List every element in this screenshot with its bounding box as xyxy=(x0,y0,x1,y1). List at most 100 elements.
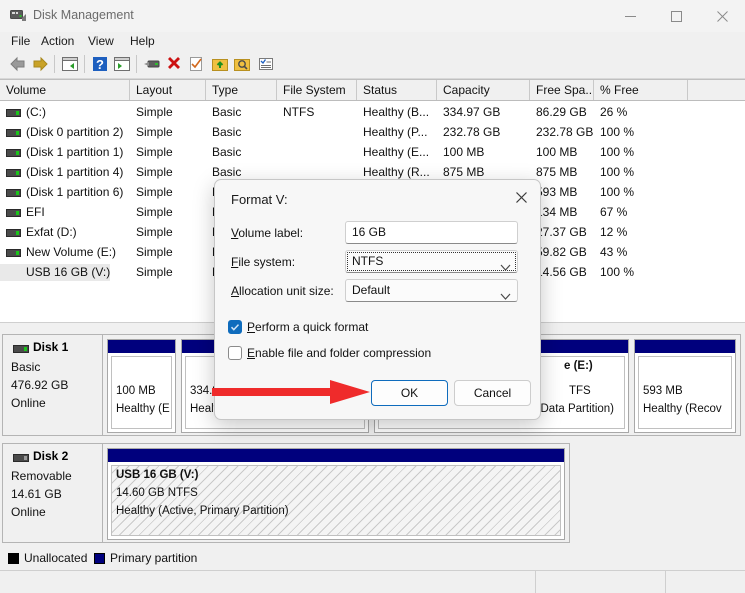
cell-free-space: 100 MB xyxy=(536,145,578,159)
disk-1-line-1: Basic xyxy=(11,360,41,374)
cell-volume: (Disk 1 partition 4) xyxy=(26,165,124,179)
cell-volume: (Disk 1 partition 1) xyxy=(26,145,124,159)
cell-free-space: 875 MB xyxy=(536,165,578,179)
back-arrow-icon[interactable] xyxy=(8,54,28,74)
cell-percent-free: 100 % xyxy=(600,185,635,199)
quick-format-label[interactable]: Perform a quick format xyxy=(247,320,368,334)
toolbar-separator-2 xyxy=(84,55,85,73)
file-system-label: File system: xyxy=(231,255,296,269)
menu-action[interactable]: Action xyxy=(38,33,77,49)
menu-help[interactable]: Help xyxy=(127,33,158,49)
close-icon xyxy=(515,191,527,203)
column-header-free-space[interactable]: Free Spa... xyxy=(530,80,594,100)
rescan-disks-icon[interactable] xyxy=(142,54,162,74)
partition-status: Healthy (E xyxy=(116,403,170,415)
partition-box[interactable]: 593 MB Healthy (Recov xyxy=(634,339,736,433)
enable-compression-checkbox[interactable] xyxy=(228,346,242,360)
allocation-unit-size-value: Default xyxy=(352,283,391,297)
status-bar-divider-2 xyxy=(665,571,666,593)
volume-list-header: Volume Layout Type File System Status Ca… xyxy=(0,80,745,101)
partition-box[interactable]: 100 MB Healthy (E xyxy=(107,339,176,433)
cancel-button[interactable]: Cancel xyxy=(454,380,531,406)
red-arrow-annotation xyxy=(212,379,372,405)
cell-volume: (C:) xyxy=(26,105,46,119)
column-header-filler xyxy=(688,80,745,100)
disk-icon xyxy=(13,345,29,353)
column-header-status[interactable]: Status xyxy=(357,80,437,100)
cell-capacity: 334.97 GB xyxy=(443,105,501,119)
partition-box-selected[interactable]: USB 16 GB (V:) 14.60 GB NTFS Healthy (Ac… xyxy=(107,448,565,540)
cell-volume: USB 16 GB (V:) xyxy=(0,264,111,281)
disk-1-name: Disk 1 xyxy=(33,340,69,354)
minimize-button[interactable] xyxy=(607,0,653,32)
partition-body: 100 MB Healthy (E xyxy=(111,356,172,429)
check-icon[interactable] xyxy=(186,54,206,74)
partition-title: e (E:) xyxy=(564,360,593,372)
window-title: Disk Management xyxy=(33,8,134,22)
disk-row-2[interactable]: Disk 2 Removable 14.61 GB Online USB 16 … xyxy=(2,443,570,543)
partition-status: Healthy (Active, Primary Partition) xyxy=(116,505,289,517)
dialog-close-button[interactable] xyxy=(506,184,536,210)
disk-2-line-2: 14.61 GB xyxy=(11,487,62,501)
quick-format-checkbox[interactable] xyxy=(228,320,242,334)
allocation-unit-size-select[interactable]: Default xyxy=(345,279,518,302)
table-row[interactable]: (C:) Simple Basic NTFS Healthy (B... 334… xyxy=(0,103,745,123)
cell-free-space: 232.78 GB xyxy=(536,125,594,139)
partition-body: USB 16 GB (V:) 14.60 GB NTFS Healthy (Ac… xyxy=(111,465,561,536)
partition-size: 14.60 GB NTFS xyxy=(116,487,198,499)
partition-size: TFS xyxy=(569,385,591,397)
list-properties-icon[interactable] xyxy=(256,54,276,74)
cell-volume: EFI xyxy=(26,205,45,219)
extend-volume-icon[interactable] xyxy=(210,54,230,74)
column-header-percent-free[interactable]: % Free xyxy=(594,80,688,100)
table-row[interactable]: (Disk 1 partition 1) Simple Basic Health… xyxy=(0,143,745,163)
column-header-file-system[interactable]: File System xyxy=(277,80,357,100)
column-header-layout[interactable]: Layout xyxy=(130,80,206,100)
cell-free-space: 27.37 GB xyxy=(536,225,587,239)
ok-button[interactable]: OK xyxy=(371,380,448,406)
svg-text:?: ? xyxy=(96,57,104,72)
cell-percent-free: 67 % xyxy=(600,205,628,219)
search-folder-icon[interactable] xyxy=(232,54,252,74)
cell-layout: Simple xyxy=(136,265,173,279)
menu-file[interactable]: File xyxy=(8,33,33,49)
legend-swatch-primary-partition xyxy=(94,553,105,564)
cell-type: Basic xyxy=(212,145,242,159)
menu-view[interactable]: View xyxy=(85,33,117,49)
forward-arrow-icon[interactable] xyxy=(30,54,50,74)
file-system-select[interactable]: NTFS xyxy=(345,250,518,273)
disk-2-partitions: USB 16 GB (V:) 14.60 GB NTFS Healthy (Ac… xyxy=(103,444,569,542)
cell-percent-free: 100 % xyxy=(600,125,635,139)
column-header-type[interactable]: Type xyxy=(206,80,277,100)
column-header-volume[interactable]: Volume xyxy=(0,80,130,100)
volume-label-input[interactable]: 16 GB xyxy=(345,221,518,244)
partition-status: Healthy (Recov xyxy=(643,403,722,415)
disk-1-line-2: 476.92 GB xyxy=(11,378,69,392)
chevron-down-icon xyxy=(500,287,511,308)
disk-1-line-3: Online xyxy=(11,396,46,410)
help-icon[interactable]: ? xyxy=(90,54,110,74)
close-button[interactable] xyxy=(699,0,745,32)
cell-layout: Simple xyxy=(136,185,173,199)
disk-2-line-1: Removable xyxy=(11,469,72,483)
table-row[interactable]: (Disk 0 partition 2) Simple Basic Health… xyxy=(0,123,745,143)
disk-management-icon xyxy=(10,8,27,23)
cell-percent-free: 12 % xyxy=(600,225,628,239)
maximize-button[interactable] xyxy=(653,0,699,32)
properties-icon[interactable] xyxy=(112,54,132,74)
cell-layout: Simple xyxy=(136,125,173,139)
enable-compression-label[interactable]: Enable file and folder compression xyxy=(247,346,431,360)
disk-1-info: Disk 1 Basic 476.92 GB Online xyxy=(3,335,103,435)
allocation-unit-size-label: Allocation unit size: xyxy=(231,284,334,298)
cell-status: Healthy (P... xyxy=(363,125,428,139)
cell-free-space: 593 MB xyxy=(536,185,578,199)
toolbar-separator-3 xyxy=(136,55,137,73)
close-icon xyxy=(716,10,728,22)
cell-type: Basic xyxy=(212,125,242,139)
column-header-capacity[interactable]: Capacity xyxy=(437,80,530,100)
cell-percent-free: 43 % xyxy=(600,245,628,259)
disk-2-name: Disk 2 xyxy=(33,449,69,463)
show-pane-icon[interactable] xyxy=(60,54,80,74)
maximize-icon xyxy=(670,10,682,22)
delete-icon[interactable] xyxy=(164,54,184,74)
